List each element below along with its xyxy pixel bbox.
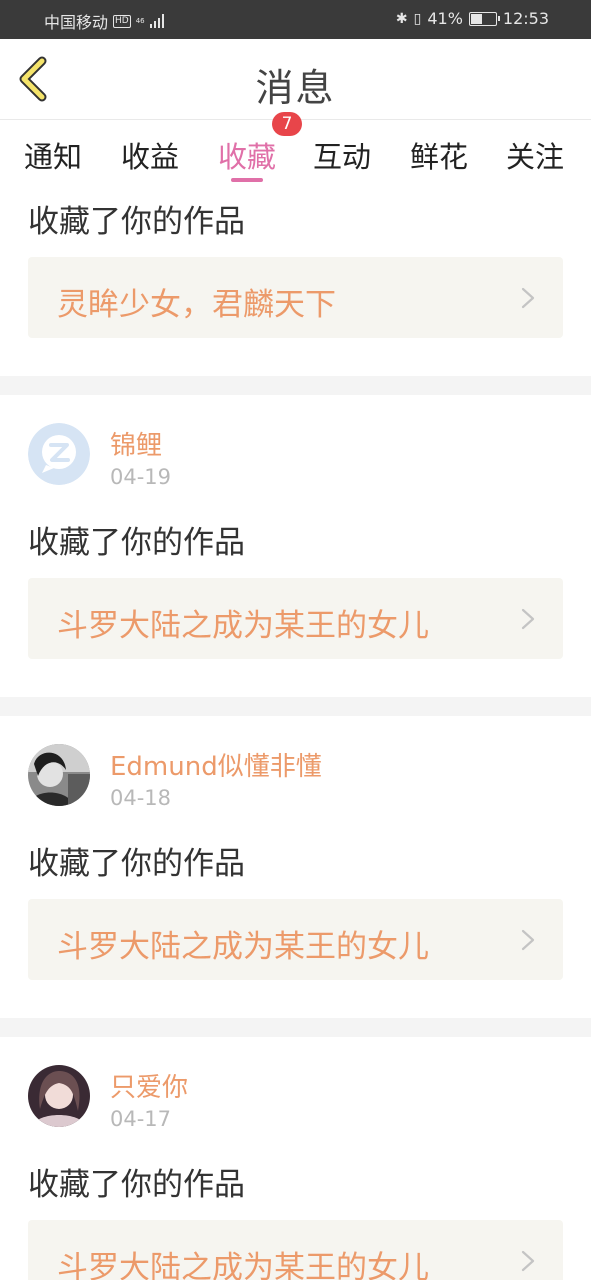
status-left: 中国移动 HD 46 (44, 9, 164, 33)
work-title: 斗罗大陆之成为某王的女儿 (57, 608, 429, 644)
chevron-right-icon (521, 608, 535, 630)
tab-earnings[interactable]: 收益 (121, 134, 179, 176)
list-item: Edmund似懂非懂 04-18 收藏了你的作品 斗罗大陆之成为某王的女儿 (0, 716, 591, 1018)
avatar[interactable] (28, 423, 90, 485)
unread-badge: 7 (272, 112, 302, 136)
tab-favorites[interactable]: 收藏 (218, 134, 276, 176)
tab-notifications[interactable]: 通知 (24, 134, 82, 176)
default-avatar-icon (28, 423, 90, 485)
message-date: 04-18 (110, 786, 172, 810)
action-text: 收藏了你的作品 (28, 525, 245, 561)
message-date: 04-19 (110, 465, 172, 489)
username[interactable]: 只爱你 (110, 1067, 188, 1104)
username[interactable]: Edmund似懂非懂 (110, 746, 322, 783)
active-tab-indicator (231, 178, 263, 182)
work-title: 斗罗大陆之成为某王的女儿 (57, 929, 429, 965)
chevron-right-icon (521, 287, 535, 309)
tab-flowers[interactable]: 鲜花 (410, 134, 468, 176)
chevron-right-icon (521, 929, 535, 951)
message-list[interactable]: 04-27 收藏了你的作品 灵眸少女，君麟天下 锦鲤 04-19 (0, 186, 591, 1280)
list-item: 04-27 收藏了你的作品 灵眸少女，君麟天下 (0, 186, 591, 376)
work-link[interactable]: 斗罗大陆之成为某王的女儿 (28, 899, 563, 980)
message-feed: 04-27 收藏了你的作品 灵眸少女，君麟天下 锦鲤 04-19 (0, 186, 591, 1280)
avatar[interactable] (28, 744, 90, 806)
divider (0, 376, 591, 395)
work-link[interactable]: 斗罗大陆之成为某王的女儿 (28, 1220, 563, 1280)
divider (0, 1018, 591, 1037)
page-title: 消息 (255, 66, 336, 110)
user-photo-icon (28, 744, 90, 806)
divider (0, 697, 591, 716)
action-text: 收藏了你的作品 (28, 204, 245, 240)
battery-fill (470, 13, 482, 24)
list-item: 锦鲤 04-19 收藏了你的作品 斗罗大陆之成为某王的女儿 (0, 395, 591, 697)
vibrate-icon: ▯ (413, 10, 422, 27)
tab-following[interactable]: 关注 (506, 134, 564, 176)
network-type-label: 46 (135, 17, 145, 25)
chevron-right-icon (521, 1250, 535, 1272)
avatar[interactable] (28, 1065, 90, 1127)
app-header: 消息 (0, 39, 591, 119)
list-item: 只爱你 04-17 收藏了你的作品 斗罗大陆之成为某王的女儿 (0, 1037, 591, 1280)
action-text: 收藏了你的作品 (28, 846, 245, 882)
work-title: 斗罗大陆之成为某王的女儿 (57, 1250, 429, 1280)
bluetooth-icon: ✱ (395, 10, 408, 27)
username[interactable]: 锦鲤 (110, 425, 162, 462)
status-bar: 中国移动 HD 46 ✱ ▯ 41% 12:53 (0, 0, 591, 39)
work-link[interactable]: 灵眸少女，君麟天下 (28, 257, 563, 338)
carrier-label: 中国移动 (44, 13, 109, 32)
hd-icon: HD (113, 14, 131, 28)
battery-icon (468, 11, 500, 26)
status-right: ✱ ▯ 41% 12:53 (396, 9, 549, 28)
work-link[interactable]: 斗罗大陆之成为某王的女儿 (28, 578, 563, 659)
signal-icon (149, 14, 164, 28)
action-text: 收藏了你的作品 (28, 1167, 245, 1203)
user-photo-icon (28, 1065, 90, 1127)
tab-interactions[interactable]: 互动 (313, 134, 371, 176)
message-date: 04-17 (110, 1107, 172, 1131)
clock-label: 12:53 (502, 9, 549, 28)
battery-percent-label: 41% (427, 9, 463, 28)
work-title: 灵眸少女，君麟天下 (57, 287, 336, 323)
